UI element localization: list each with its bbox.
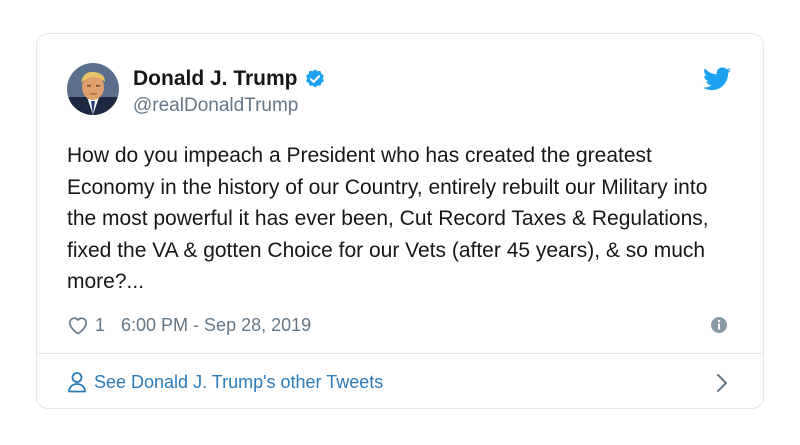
twitter-bird-icon[interactable] xyxy=(703,67,731,91)
tweet-meta-row: 1 6:00 PM - Sep 28, 2019 xyxy=(67,312,733,338)
divider xyxy=(37,353,763,354)
chevron-right-icon[interactable] xyxy=(715,372,729,394)
avatar[interactable] xyxy=(67,63,119,115)
embedded-tweet-card: Donald J. Trump @realDonaldTrump How do … xyxy=(36,33,764,409)
timestamp[interactable]: 6:00 PM - Sep 28, 2019 xyxy=(121,315,311,336)
like-count[interactable]: 1 xyxy=(95,315,105,336)
display-name[interactable]: Donald J. Trump xyxy=(133,67,298,91)
handle[interactable]: @realDonaldTrump xyxy=(133,95,298,117)
other-tweets-link[interactable]: See Donald J. Trump's other Tweets xyxy=(67,371,383,393)
heart-icon[interactable] xyxy=(67,315,89,335)
person-icon xyxy=(67,371,87,393)
avatar-image xyxy=(67,63,119,115)
other-tweets-label[interactable]: See Donald J. Trump's other Tweets xyxy=(94,372,383,393)
verified-badge-icon xyxy=(304,68,326,90)
tweet-text: How do you impeach a President who has c… xyxy=(67,144,709,293)
info-icon[interactable] xyxy=(710,316,728,334)
author-name-row[interactable]: Donald J. Trump xyxy=(133,67,326,91)
